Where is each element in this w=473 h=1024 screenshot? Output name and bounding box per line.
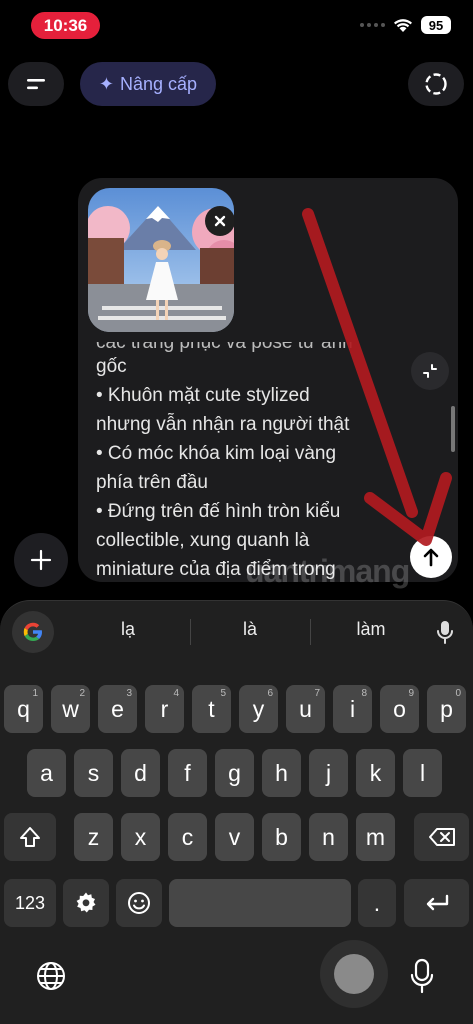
temporary-chat-button[interactable] xyxy=(408,62,464,106)
voice-input-button[interactable] xyxy=(432,617,458,647)
key-w[interactable]: w2 xyxy=(51,685,90,733)
prompt-line: collectible, xung quanh là xyxy=(96,530,310,551)
close-icon xyxy=(214,215,226,227)
backspace-key[interactable] xyxy=(414,813,469,861)
assistive-touch-inner xyxy=(334,954,374,994)
partial-text-line: các trang phục và pose từ ảnh xyxy=(96,332,353,353)
watermark: uantrimang xyxy=(245,553,410,589)
prompt-line: nhưng vẫn nhận ra người thật xyxy=(96,414,350,435)
plus-icon xyxy=(30,549,52,571)
dashed-circle-icon xyxy=(425,73,447,95)
key-a[interactable]: a xyxy=(27,749,66,797)
google-logo-icon[interactable] xyxy=(12,611,54,653)
microphone-icon xyxy=(437,621,453,644)
suggestion-bar: lạ là làm xyxy=(0,609,473,653)
numbers-key[interactable]: 123 xyxy=(4,879,56,927)
settings-key[interactable] xyxy=(63,879,109,927)
shift-icon xyxy=(20,827,40,847)
signal-icon xyxy=(360,23,385,27)
key-y[interactable]: y6 xyxy=(239,685,278,733)
return-icon xyxy=(426,894,448,911)
backspace-icon xyxy=(428,828,455,846)
emoji-key[interactable] xyxy=(116,879,162,927)
divider xyxy=(190,619,191,645)
key-m[interactable]: m xyxy=(356,813,395,861)
remove-image-button[interactable] xyxy=(205,206,234,236)
key-j[interactable]: j xyxy=(309,749,348,797)
key-b[interactable]: b xyxy=(262,813,301,861)
wifi-icon xyxy=(394,18,412,32)
dictation-button[interactable] xyxy=(404,954,440,998)
assistive-touch-button[interactable] xyxy=(320,940,388,1008)
space-key[interactable] xyxy=(169,879,351,927)
key-c[interactable]: c xyxy=(168,813,207,861)
divider xyxy=(310,619,311,645)
key-o[interactable]: o9 xyxy=(380,685,419,733)
prompt-line: • Khuôn mặt cute stylized xyxy=(96,385,310,406)
expand-composer-button[interactable] xyxy=(411,352,449,390)
upgrade-label: Nâng cấp xyxy=(120,73,198,94)
suggestion-item[interactable]: làm xyxy=(321,619,421,640)
key-l[interactable]: l xyxy=(403,749,442,797)
prompt-line: • Có móc khóa kim loại vàng xyxy=(96,443,337,464)
key-i[interactable]: i8 xyxy=(333,685,372,733)
gear-icon xyxy=(76,892,96,913)
key-s[interactable]: s xyxy=(74,749,113,797)
shift-key[interactable] xyxy=(4,813,56,861)
suggestion-item[interactable]: lạ xyxy=(78,619,178,640)
sparkle-icon: ✦ xyxy=(98,73,115,94)
key-h[interactable]: h xyxy=(262,749,301,797)
attached-image-thumbnail[interactable] xyxy=(88,188,234,332)
arrow-up-icon xyxy=(423,548,439,567)
scrollbar[interactable] xyxy=(451,406,455,452)
collapse-icon xyxy=(423,364,437,378)
send-button[interactable] xyxy=(410,536,452,578)
add-attachment-button[interactable] xyxy=(14,533,68,587)
globe-icon xyxy=(37,962,65,990)
key-p[interactable]: p0 xyxy=(427,685,466,733)
prompt-line: phía trên đầu xyxy=(96,472,208,493)
microphone-icon xyxy=(410,958,434,994)
status-time: 10:36 xyxy=(31,12,100,39)
key-u[interactable]: u7 xyxy=(286,685,325,733)
google-g-icon xyxy=(23,622,42,641)
suggestion-item[interactable]: là xyxy=(200,619,300,640)
key-q[interactable]: q1 xyxy=(4,685,43,733)
emoji-icon xyxy=(128,892,150,914)
key-x[interactable]: x xyxy=(121,813,160,861)
key-t[interactable]: t5 xyxy=(192,685,231,733)
prompt-line: gốc xyxy=(96,356,127,377)
language-switch-button[interactable] xyxy=(30,955,72,997)
key-k[interactable]: k xyxy=(356,749,395,797)
key-e[interactable]: e3 xyxy=(98,685,137,733)
prompt-text[interactable]: gốc • Khuôn mặt cute stylized nhưng vẫn … xyxy=(96,352,396,582)
message-composer[interactable]: các trang phục và pose từ ảnh gốc • Khuô… xyxy=(78,178,458,582)
key-r[interactable]: r4 xyxy=(145,685,184,733)
menu-icon xyxy=(27,79,45,90)
period-key[interactable]: . xyxy=(358,879,396,927)
upgrade-button[interactable]: ✦ Nâng cấp xyxy=(80,62,216,106)
menu-button[interactable] xyxy=(8,62,64,106)
key-v[interactable]: v xyxy=(215,813,254,861)
key-z[interactable]: z xyxy=(74,813,113,861)
key-n[interactable]: n xyxy=(309,813,348,861)
key-g[interactable]: g xyxy=(215,749,254,797)
status-indicators: 95 xyxy=(360,16,451,34)
key-f[interactable]: f xyxy=(168,749,207,797)
key-d[interactable]: d xyxy=(121,749,160,797)
prompt-line: • Đứng trên đế hình tròn kiểu xyxy=(96,501,341,522)
return-key[interactable] xyxy=(404,879,469,927)
battery-indicator: 95 xyxy=(421,16,451,34)
